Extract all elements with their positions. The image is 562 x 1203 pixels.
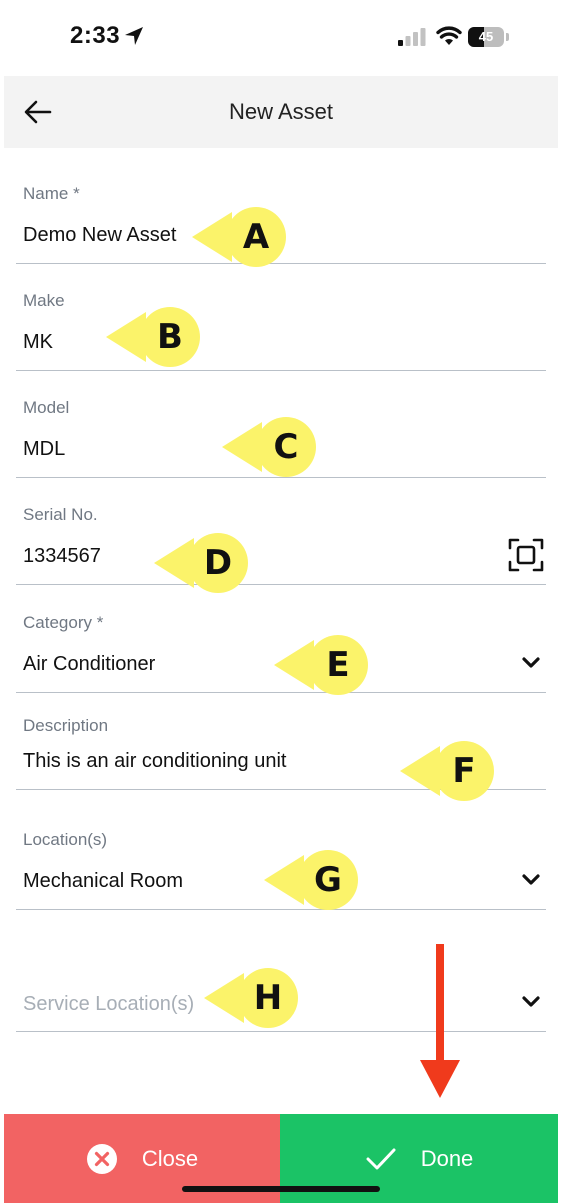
- callout-h: H: [204, 967, 300, 1029]
- make-input[interactable]: MK: [23, 331, 53, 354]
- callout-label: A: [242, 217, 270, 257]
- close-label: Close: [141, 1145, 199, 1171]
- status-time: 2:33: [70, 22, 121, 49]
- model-label: Model: [23, 398, 70, 417]
- callout-label: C: [273, 427, 299, 467]
- callout-label: G: [314, 860, 342, 900]
- app-header: New Asset: [4, 76, 558, 148]
- battery-percent: 45: [478, 29, 494, 44]
- locations-label: Location(s): [23, 830, 108, 849]
- locations-select[interactable]: Mechanical Room: [23, 870, 183, 893]
- cellular-signal-icon: [398, 28, 426, 46]
- chevron-down-icon[interactable]: [522, 657, 540, 669]
- callout-label: H: [253, 978, 283, 1018]
- description-input[interactable]: This is an air conditioning unit: [23, 750, 286, 773]
- callout-label: B: [157, 317, 183, 357]
- callout-label: F: [452, 751, 476, 791]
- make-label: Make: [23, 291, 65, 310]
- callout-e: E: [274, 634, 370, 696]
- description-label: Description: [23, 716, 109, 735]
- page-title: New Asset: [229, 99, 333, 124]
- location-arrow-icon: [125, 27, 143, 45]
- callout-label: E: [326, 645, 350, 685]
- done-label: Done: [420, 1145, 474, 1171]
- model-input[interactable]: MDL: [23, 438, 65, 461]
- arrow-left-icon: [24, 100, 52, 124]
- wifi-icon: [436, 26, 462, 45]
- barcode-scan-icon[interactable]: [508, 537, 544, 573]
- callout-c: C: [222, 416, 318, 478]
- callout-d: D: [154, 532, 250, 594]
- category-select[interactable]: Air Conditioner: [23, 653, 155, 676]
- name-label: Name *: [23, 184, 80, 203]
- checkmark-icon: [366, 1148, 396, 1169]
- callout-a: A: [192, 206, 288, 268]
- serial-number-field[interactable]: Serial No. 1334567: [16, 493, 546, 585]
- make-field[interactable]: Make MK: [16, 279, 546, 371]
- category-label: Category *: [23, 613, 104, 632]
- chevron-down-icon[interactable]: [522, 874, 540, 886]
- home-indicator: [182, 1186, 380, 1192]
- back-button[interactable]: [20, 94, 56, 130]
- chevron-down-icon[interactable]: [522, 996, 540, 1008]
- serial-number-label: Serial No.: [23, 505, 98, 524]
- name-input[interactable]: Demo New Asset: [23, 224, 176, 247]
- arrow-down-icon: [420, 944, 460, 1098]
- close-circle-icon: [86, 1143, 117, 1174]
- battery-icon: 45: [468, 27, 510, 47]
- service-locations-select[interactable]: Service Location(s): [23, 993, 194, 1016]
- callout-f: F: [400, 740, 496, 802]
- callout-g: G: [264, 849, 360, 911]
- callout-b: B: [106, 306, 202, 368]
- serial-number-input[interactable]: 1334567: [23, 545, 101, 568]
- callout-label: D: [203, 543, 233, 583]
- status-bar: 2:33 45: [0, 0, 562, 76]
